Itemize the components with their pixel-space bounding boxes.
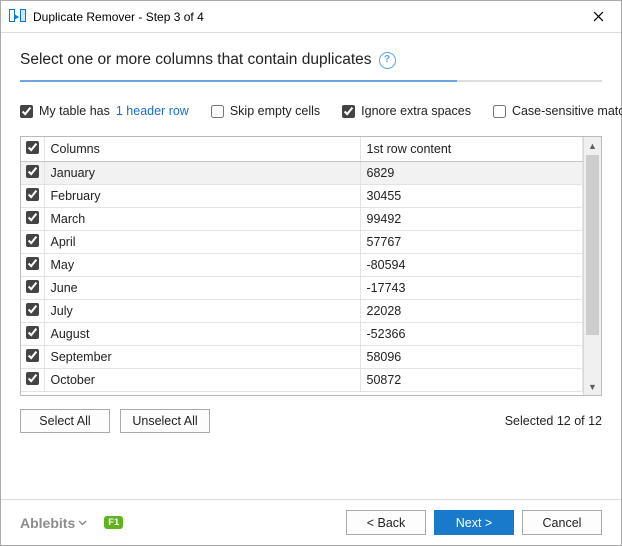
- dialog-window: Duplicate Remover - Step 3 of 4 Select o…: [0, 0, 622, 546]
- row-checkbox-cell[interactable]: [21, 207, 44, 230]
- row-checkbox-cell[interactable]: [21, 345, 44, 368]
- case-sensitive-checkbox[interactable]: [493, 105, 506, 118]
- under-table-row: Select All Unselect All Selected 12 of 1…: [20, 409, 602, 433]
- columns-table: Columns 1st row content January6829Febru…: [20, 136, 602, 396]
- back-button[interactable]: < Back: [346, 510, 426, 535]
- row-checkbox-cell[interactable]: [21, 368, 44, 391]
- row-checkbox-cell[interactable]: [21, 322, 44, 345]
- row-column-name: March: [44, 207, 360, 230]
- row-checkbox-cell[interactable]: [21, 276, 44, 299]
- close-button[interactable]: [576, 2, 621, 32]
- scroll-up-arrow-icon[interactable]: ▲: [584, 137, 601, 154]
- skip-empty-label: Skip empty cells: [230, 104, 320, 118]
- step-progress-fill: [20, 80, 457, 82]
- row-first-value: 99492: [360, 207, 583, 230]
- row-first-value: -52366: [360, 322, 583, 345]
- page-heading: Select one or more columns that contain …: [20, 51, 602, 69]
- row-checkbox-cell[interactable]: [21, 299, 44, 322]
- row-column-name: September: [44, 345, 360, 368]
- row-column-name: June: [44, 276, 360, 299]
- option-header-rows[interactable]: My table has 1 header row: [20, 104, 189, 118]
- table-row[interactable]: June-17743: [21, 276, 583, 299]
- row-column-name: May: [44, 253, 360, 276]
- content-area: Select one or more columns that contain …: [1, 33, 621, 499]
- table-row[interactable]: September58096: [21, 345, 583, 368]
- row-checkbox[interactable]: [26, 372, 39, 385]
- row-checkbox[interactable]: [26, 165, 39, 178]
- case-sensitive-label: Case-sensitive match: [512, 104, 622, 118]
- selected-count: Selected 12 of 12: [505, 414, 602, 428]
- row-checkbox[interactable]: [26, 280, 39, 293]
- brand[interactable]: Ablebits: [20, 515, 87, 531]
- chevron-down-icon: [78, 520, 87, 526]
- table-row[interactable]: February30455: [21, 184, 583, 207]
- row-checkbox-cell[interactable]: [21, 184, 44, 207]
- table-row[interactable]: March99492: [21, 207, 583, 230]
- row-checkbox[interactable]: [26, 234, 39, 247]
- row-first-value: 30455: [360, 184, 583, 207]
- ignore-spaces-label: Ignore extra spaces: [361, 104, 471, 118]
- table-row[interactable]: April57767: [21, 230, 583, 253]
- row-column-name: August: [44, 322, 360, 345]
- row-checkbox[interactable]: [26, 326, 39, 339]
- scroll-down-arrow-icon[interactable]: ▼: [584, 378, 601, 395]
- row-checkbox-cell[interactable]: [21, 161, 44, 184]
- window-title: Duplicate Remover - Step 3 of 4: [33, 10, 576, 24]
- scrollbar-thumb[interactable]: [586, 155, 599, 335]
- table-row[interactable]: October50872: [21, 368, 583, 391]
- columns-header[interactable]: Columns: [44, 137, 360, 161]
- table-row[interactable]: August-52366: [21, 322, 583, 345]
- row-checkbox[interactable]: [26, 349, 39, 362]
- step-progress: [20, 80, 602, 82]
- heading-text: Select one or more columns that contain …: [20, 51, 372, 69]
- unselect-all-button[interactable]: Unselect All: [120, 409, 210, 433]
- ignore-spaces-checkbox[interactable]: [342, 105, 355, 118]
- options-row: My table has 1 header row Skip empty cel…: [20, 104, 602, 118]
- option-skip-empty[interactable]: Skip empty cells: [211, 104, 320, 118]
- row-first-value: -80594: [360, 253, 583, 276]
- row-first-value: 58096: [360, 345, 583, 368]
- row-checkbox-cell[interactable]: [21, 253, 44, 276]
- row-column-name: January: [44, 161, 360, 184]
- footer: Ablebits F1 < Back Next > Cancel: [1, 499, 621, 545]
- row-checkbox-cell[interactable]: [21, 230, 44, 253]
- table-row[interactable]: July22028: [21, 299, 583, 322]
- row-first-value: 6829: [360, 161, 583, 184]
- skip-empty-checkbox[interactable]: [211, 105, 224, 118]
- row-checkbox[interactable]: [26, 303, 39, 316]
- header-rows-prefix: My table has: [39, 104, 110, 118]
- header-rows-count[interactable]: 1 header row: [116, 104, 189, 118]
- row-first-value: -17743: [360, 276, 583, 299]
- first-row-header[interactable]: 1st row content: [360, 137, 583, 161]
- row-first-value: 50872: [360, 368, 583, 391]
- header-rows-checkbox[interactable]: [20, 105, 33, 118]
- option-case-sensitive[interactable]: Case-sensitive match: [493, 104, 622, 118]
- cancel-button[interactable]: Cancel: [522, 510, 602, 535]
- table-row[interactable]: January6829: [21, 161, 583, 184]
- row-column-name: February: [44, 184, 360, 207]
- select-all-header[interactable]: [21, 137, 44, 161]
- row-first-value: 22028: [360, 299, 583, 322]
- titlebar: Duplicate Remover - Step 3 of 4: [1, 1, 621, 33]
- help-icon[interactable]: ?: [379, 52, 396, 69]
- row-column-name: April: [44, 230, 360, 253]
- row-checkbox[interactable]: [26, 188, 39, 201]
- next-button[interactable]: Next >: [434, 510, 514, 535]
- row-column-name: October: [44, 368, 360, 391]
- row-column-name: July: [44, 299, 360, 322]
- select-all-button[interactable]: Select All: [20, 409, 110, 433]
- row-checkbox[interactable]: [26, 211, 39, 224]
- close-icon: [593, 11, 604, 22]
- app-icon: [9, 9, 26, 24]
- f1-help-badge[interactable]: F1: [104, 516, 123, 530]
- columns-table-inner: Columns 1st row content January6829Febru…: [21, 137, 583, 392]
- table-scrollbar[interactable]: ▲ ▼: [583, 137, 601, 395]
- table-header-row: Columns 1st row content: [21, 137, 583, 161]
- table-row[interactable]: May-80594: [21, 253, 583, 276]
- brand-label: Ablebits: [20, 515, 75, 531]
- select-all-checkbox[interactable]: [26, 141, 39, 154]
- option-ignore-spaces[interactable]: Ignore extra spaces: [342, 104, 471, 118]
- row-first-value: 57767: [360, 230, 583, 253]
- row-checkbox[interactable]: [26, 257, 39, 270]
